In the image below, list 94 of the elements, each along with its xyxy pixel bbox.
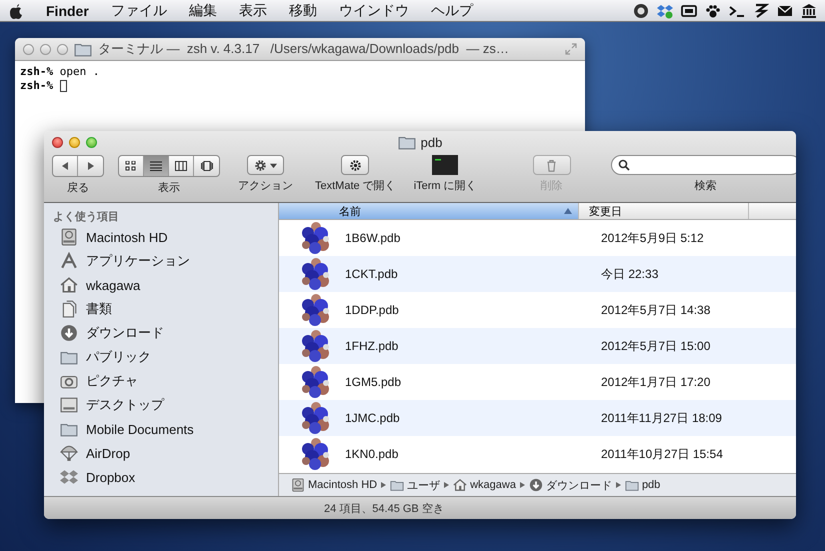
battery-icon[interactable]	[681, 2, 697, 18]
modified-date: 2011年10月27日 15:54	[601, 446, 723, 462]
apple-logo-icon[interactable]	[8, 2, 24, 20]
file-name[interactable]: 1FHZ.pdb	[345, 339, 601, 353]
home-icon	[453, 478, 468, 492]
menu-item[interactable]: ウインドウ	[338, 2, 409, 20]
view-mode-button[interactable]	[144, 156, 169, 176]
folder-icon	[390, 478, 404, 492]
dropbox-icon	[60, 468, 78, 486]
columns-icon	[175, 161, 187, 171]
hard-drive-icon	[60, 228, 78, 246]
sidebar-heading: よく使う項目	[52, 210, 120, 224]
terminal-line: zsh-%	[20, 79, 54, 93]
home-icon	[60, 276, 78, 294]
search-field[interactable]	[610, 155, 796, 175]
folder-icon	[624, 478, 639, 492]
grid-icon	[125, 161, 137, 171]
hard-drive-icon	[291, 478, 305, 492]
action-button[interactable]	[247, 155, 284, 175]
sidebar-item[interactable]: wkagawa	[86, 278, 140, 292]
back-forward-control[interactable]	[52, 155, 104, 177]
dropbox-icon[interactable]	[657, 2, 673, 18]
gear-icon	[348, 158, 362, 172]
path-arrow-icon	[444, 482, 450, 488]
window-title: pdb	[420, 134, 442, 150]
parachute-icon	[60, 444, 78, 462]
download-icon	[528, 478, 543, 492]
sort-arrow-icon	[564, 208, 572, 214]
sidebar-item[interactable]: ピクチャ	[86, 372, 138, 390]
sidebar-item[interactable]: Mobile Documents	[86, 422, 194, 436]
file-name[interactable]: 1B6W.pdb	[345, 231, 601, 245]
sidebar-item[interactable]: パブリック	[86, 348, 151, 366]
paw-icon[interactable]	[705, 2, 721, 18]
toolbar-label: 検索	[694, 178, 717, 193]
close-button[interactable]	[52, 136, 63, 148]
caret-icon	[270, 162, 277, 168]
sidebar-item[interactable]: AirDrop	[86, 446, 130, 460]
view-mode-control[interactable]	[118, 155, 220, 177]
search-icon	[618, 159, 630, 171]
sidebar-item[interactable]: アプリケーション	[86, 252, 190, 270]
record-icon[interactable]	[633, 2, 649, 18]
path-item[interactable]: ダウンロード	[546, 478, 612, 492]
toolbar-label[interactable]: iTerm に開く	[414, 178, 477, 193]
trash-icon	[545, 158, 558, 172]
modified-date: 2012年5月7日 14:38	[601, 302, 710, 318]
sidebar-item[interactable]: 書類	[86, 300, 112, 318]
toolbar-label: 表示	[158, 181, 180, 195]
menu-item[interactable]: ファイル	[110, 2, 167, 20]
path-item[interactable]: wkagawa	[470, 479, 516, 491]
menu-item[interactable]: ヘルプ	[430, 2, 473, 20]
toolbar-label: 戻る	[67, 180, 89, 195]
file-name[interactable]: 1CKT.pdb	[345, 267, 601, 281]
file-name[interactable]: 1JMC.pdb	[345, 411, 601, 425]
document-icon	[60, 300, 78, 318]
menu-item[interactable]: 編集	[188, 2, 217, 20]
desktop-icon	[60, 396, 78, 414]
textmate-button[interactable]	[341, 155, 370, 175]
modified-date: 2012年5月7日 15:00	[601, 338, 710, 354]
modified-date: 2012年1月7日 17:20	[601, 374, 710, 390]
window-title: ターミナル — zsh v. 4.3.17 /Users/wkagawa/Downloads/pdb — zs…	[98, 40, 510, 58]
list-icon	[150, 161, 162, 171]
zigzag-icon[interactable]	[753, 2, 769, 18]
column-header[interactable]: 名前	[279, 203, 579, 219]
modified-date: 今日 22:33	[601, 266, 658, 282]
sidebar-item[interactable]: ダウンロード	[86, 324, 164, 342]
cover-flow-icon	[200, 161, 212, 171]
menu-item[interactable]: 表示	[238, 2, 267, 20]
modified-date: 2012年5月9日 5:12	[601, 230, 704, 246]
column-header[interactable]: 変更日	[579, 203, 749, 219]
file-name[interactable]: 1DDP.pdb	[345, 303, 601, 317]
download-icon	[60, 324, 78, 342]
status-text: 24 項目、54.45 GB 空き	[324, 502, 444, 516]
minimize-button[interactable]	[69, 136, 80, 148]
menu-item[interactable]: 移動	[288, 2, 317, 20]
path-item[interactable]: pdb	[642, 479, 660, 491]
toolbar-label[interactable]: TextMate で開く	[315, 178, 396, 193]
app-folder-icon	[60, 252, 78, 270]
gear-icon	[254, 158, 267, 172]
sidebar-item[interactable]: デスクトップ	[86, 396, 164, 414]
text-cursor	[60, 80, 67, 92]
sidebar-item[interactable]: Dropbox	[86, 470, 136, 484]
terminal-icon[interactable]	[432, 155, 458, 175]
path-arrow-icon	[616, 482, 621, 488]
file-name[interactable]: 1KN0.pdb	[345, 447, 601, 461]
path-arrow-icon	[520, 482, 525, 488]
file-name[interactable]: 1GM5.pdb	[345, 375, 601, 389]
app-menu[interactable]: Finder	[46, 2, 89, 18]
toolbar-label: アクション	[238, 179, 293, 193]
modified-date: 2011年11月27日 18:09	[601, 410, 722, 426]
path-item[interactable]: ユーザ	[407, 478, 440, 492]
terminal-line: zsh-% open .	[20, 65, 100, 79]
path-item[interactable]: Macintosh HD	[308, 479, 378, 491]
sidebar-item[interactable]: Macintosh HD	[86, 230, 168, 244]
bank-icon[interactable]	[801, 2, 817, 18]
